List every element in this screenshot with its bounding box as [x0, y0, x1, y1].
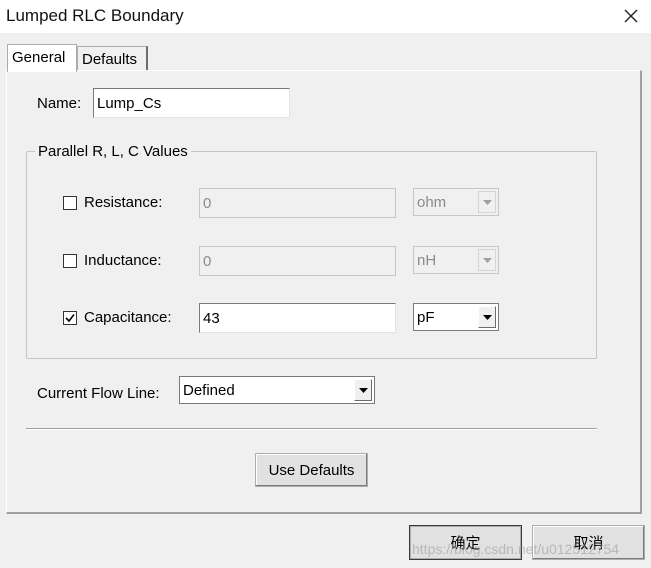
- use-defaults-button[interactable]: Use Defaults: [255, 453, 368, 487]
- inductance-unit-select[interactable]: nH: [413, 246, 499, 274]
- name-label: Name:: [37, 95, 82, 112]
- inductance-unit-value: nH: [417, 251, 437, 269]
- checkmark-icon: [65, 314, 75, 323]
- capacitance-unit-select[interactable]: pF: [413, 303, 499, 331]
- current-flow-label: Current Flow Line:: [37, 385, 160, 402]
- tab-general[interactable]: General: [7, 44, 77, 72]
- inductance-checkbox[interactable]: [63, 254, 77, 268]
- tab-general-label: General: [12, 49, 66, 66]
- resistance-label: Resistance:: [84, 194, 163, 211]
- resistance-checkbox[interactable]: [63, 196, 77, 210]
- chevron-down-icon: [478, 191, 496, 213]
- inductance-input[interactable]: [199, 246, 396, 276]
- rlc-group-title: Parallel R, L, C Values: [35, 143, 191, 160]
- window-title: Lumped RLC Boundary: [6, 6, 184, 25]
- chevron-down-icon: [478, 306, 496, 328]
- inductance-label: Inductance:: [84, 252, 162, 269]
- watermark: https://blog.csdn.net/u012512754: [412, 541, 620, 557]
- tab-defaults-label: Defaults: [82, 51, 138, 68]
- close-button[interactable]: [612, 2, 650, 30]
- resistance-input[interactable]: [199, 188, 396, 218]
- current-flow-select[interactable]: Defined: [179, 376, 375, 404]
- capacitance-checkbox[interactable]: [63, 311, 77, 325]
- capacitance-input[interactable]: [199, 303, 396, 333]
- separator-line: [26, 428, 597, 430]
- resistance-unit-select[interactable]: ohm: [413, 188, 499, 216]
- chevron-down-icon: [354, 379, 372, 401]
- close-icon: [624, 9, 638, 23]
- capacitance-label: Capacitance:: [84, 309, 172, 326]
- name-input[interactable]: [93, 88, 290, 118]
- resistance-unit-value: ohm: [417, 193, 447, 211]
- chevron-down-icon: [478, 249, 496, 271]
- capacitance-unit-value: pF: [417, 308, 435, 326]
- tab-defaults[interactable]: Defaults: [77, 46, 148, 72]
- current-flow-value: Defined: [183, 381, 235, 399]
